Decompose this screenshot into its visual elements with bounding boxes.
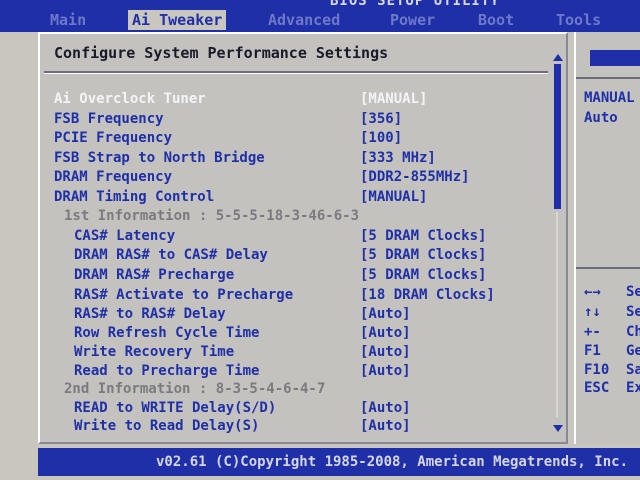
setting-ras-precharge[interactable]: DRAM RAS# Precharge [5 DRAM Clocks] [40,266,550,285]
setting-label: Read to Precharge Time [74,363,260,379]
tab-main[interactable]: Main [46,10,90,30]
help-header-bar [590,50,640,66]
screen-bezel-left [0,32,36,480]
setting-label: Row Refresh Cycle Time [74,325,260,341]
tab-advanced[interactable]: Advanced [264,10,344,30]
setting-label: READ to WRITE Delay(S/D) [74,400,277,416]
esc-key: ESC [584,380,610,396]
setting-label: RAS# Activate to Precharge [74,287,294,303]
setting-value[interactable]: [Auto] [360,305,411,324]
option-manual: MANUAL [584,90,635,106]
info-text: 1st Information : 5-5-5-18-3-46-6-3 [64,208,360,224]
setting-row-refresh-cycle[interactable]: Row Refresh Cycle Time [Auto] [40,324,550,343]
setting-ras-activate-to-precharge[interactable]: RAS# Activate to Precharge [18 DRAM Cloc… [40,286,550,305]
setting-value[interactable]: [5 DRAM Clocks] [360,266,486,285]
setting-value[interactable]: [MANUAL] [360,90,427,109]
f1-key: F1 [584,343,601,359]
scroll-track[interactable] [556,212,558,417]
setting-write-to-read-delay[interactable]: Write to Read Delay(S) [Auto] [40,417,550,436]
setting-value[interactable]: [Auto] [360,399,411,418]
info-text: 2nd Information : 8-3-5-4-6-4-7 [64,381,326,397]
copyright-text: v02.61 (C)Copyright 1985-2008, American … [156,454,629,470]
legend-desc: Ge [626,343,640,359]
setting-label: Write Recovery Time [74,344,235,360]
setting-write-recovery[interactable]: Write Recovery Time [Auto] [40,343,550,362]
legend-desc: Ex [626,380,640,396]
setting-label: DRAM RAS# Precharge [74,267,235,283]
setting-label: CAS# Latency [74,228,176,244]
f10-key: F10 [584,362,610,378]
setting-value[interactable]: [356] [360,110,402,129]
setting-label: FSB Frequency [54,111,164,127]
page-title: Configure System Performance Settings [54,44,389,62]
setting-value[interactable]: [5 DRAM Clocks] [360,227,486,246]
info-line-1st: 1st Information : 5-5-5-18-3-46-6-3 [40,207,550,226]
settings-panel: Configure System Performance Settings Ai… [38,32,568,444]
setting-label: DRAM Timing Control [54,189,215,205]
title-strip: BIOS SETUP UTILITY [0,0,640,9]
setting-value[interactable]: [18 DRAM Clocks] [360,286,495,305]
tab-power[interactable]: Power [386,10,439,30]
setting-dram-frequency[interactable]: DRAM Frequency [DDR2-855MHz] [40,168,550,187]
setting-label: DRAM Frequency [54,169,173,185]
setting-fsb-frequency[interactable]: FSB Frequency [356] [40,110,550,129]
setting-value[interactable]: [Auto] [360,417,411,436]
setting-label: Ai Overclock Tuner [54,91,206,107]
bios-screen: BIOS SETUP UTILITY Main Ai Tweaker Advan… [0,0,640,480]
setting-value[interactable]: [5 DRAM Clocks] [360,246,486,265]
help-divider [576,77,640,79]
setting-label: PCIE Frequency [54,130,173,146]
info-line-2nd: 2nd Information : 8-3-5-4-6-4-7 [40,380,550,399]
setting-cas-latency[interactable]: CAS# Latency [5 DRAM Clocks] [40,227,550,246]
setting-label: RAS# to RAS# Delay [74,306,226,322]
legend-desc: Sa [626,362,640,378]
setting-fsb-strap[interactable]: FSB Strap to North Bridge [333 MHz] [40,149,550,168]
setting-value[interactable]: [Auto] [360,362,411,381]
footer-bar: v02.61 (C)Copyright 1985-2008, American … [38,448,640,476]
legend-desc: Ch [626,324,640,340]
scroll-thumb[interactable] [554,64,561,209]
setting-label: Write to Read Delay(S) [74,418,260,434]
setting-value[interactable]: [333 MHz] [360,149,436,168]
scroll-down-arrow-icon[interactable] [553,425,563,432]
setting-value[interactable]: [100] [360,129,402,148]
setting-value[interactable]: [DDR2-855MHz] [360,168,470,187]
setting-read-to-write-delay[interactable]: READ to WRITE Delay(S/D) [Auto] [40,399,550,418]
setting-ras-to-ras-delay[interactable]: RAS# to RAS# Delay [Auto] [40,305,550,324]
menu-bar: Main Ai Tweaker Advanced Power Boot Tool… [0,8,640,32]
setting-value[interactable]: [Auto] [360,343,411,362]
scrollbar[interactable] [551,52,564,434]
scroll-up-arrow-icon[interactable] [553,54,563,61]
tab-boot[interactable]: Boot [474,10,518,30]
plus-minus-key: +- [584,324,601,340]
up-down-arrows-icon: ↑↓ [584,304,601,320]
setting-ai-overclock-tuner[interactable]: Ai Overclock Tuner [MANUAL] [40,90,550,109]
setting-value[interactable]: [Auto] [360,324,411,343]
option-auto: Auto [584,110,618,126]
setting-pcie-frequency[interactable]: PCIE Frequency [100] [40,129,550,148]
tab-ai-tweaker[interactable]: Ai Tweaker [128,10,227,30]
setting-value[interactable]: [MANUAL] [360,188,427,207]
legend-divider [576,267,640,269]
setting-read-to-precharge[interactable]: Read to Precharge Time [Auto] [40,362,550,381]
tab-tools[interactable]: Tools [552,10,605,30]
setting-label: DRAM RAS# to CAS# Delay [74,247,268,263]
legend-desc: Se [626,284,640,300]
setting-label: FSB Strap to North Bridge [54,150,265,166]
left-right-arrows-icon: ←→ [584,284,601,300]
legend-desc: Se [626,304,640,320]
setting-ras-to-cas-delay[interactable]: DRAM RAS# to CAS# Delay [5 DRAM Clocks] [40,246,550,265]
help-panel: MANUAL Auto ←→ Se ↑↓ Se +- Ch F1 Ge F10 … [574,32,640,444]
header-divider [44,71,548,74]
setting-dram-timing-control[interactable]: DRAM Timing Control [MANUAL] [40,188,550,207]
